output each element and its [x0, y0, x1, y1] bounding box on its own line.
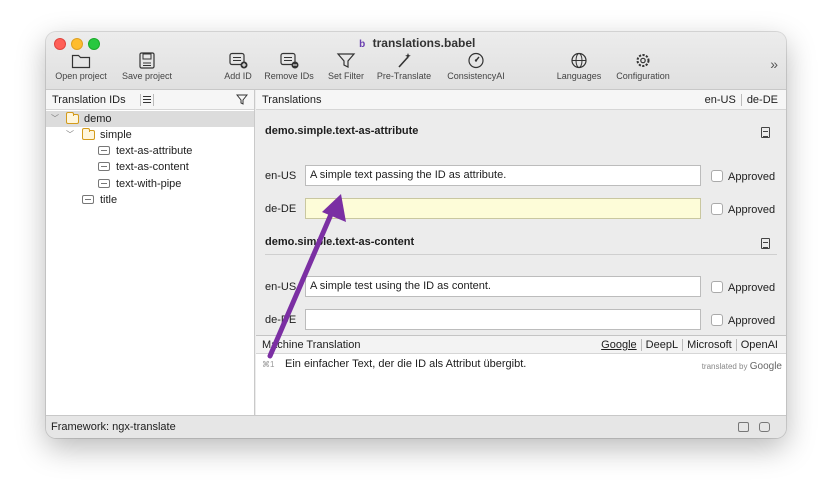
provider-tabs: Google DeepL Microsoft OpenAI: [597, 336, 782, 354]
provider-tab-openai[interactable]: OpenAI: [737, 339, 782, 351]
tree-item-text-with-pipe[interactable]: text-with-pipe: [46, 176, 254, 192]
checkbox-box[interactable]: [711, 281, 723, 293]
babel-file-icon: b: [359, 39, 366, 50]
approved-checkbox[interactable]: Approved: [711, 314, 775, 327]
pre-translate-button[interactable]: Pre-Translate: [373, 52, 435, 88]
title-bar: b translations.babel Open project Save pr…: [46, 32, 786, 90]
language-switcher: en-US de-DE: [701, 90, 782, 110]
approved-checkbox[interactable]: Approved: [711, 281, 775, 294]
approved-checkbox[interactable]: Approved: [711, 203, 775, 216]
entry-id-title: demo.simple.text-as-attribute: [265, 125, 419, 137]
provider-tab-microsoft[interactable]: Microsoft: [683, 339, 736, 351]
machine-translation-header: Machine Translation Google DeepL Microsoft…: [256, 336, 786, 354]
save-icon: [139, 52, 155, 69]
document-icon[interactable]: [761, 127, 770, 138]
add-id-icon: [229, 52, 248, 69]
magic-wand-icon: [398, 53, 411, 68]
folder-icon: [66, 112, 79, 124]
app-window: b translations.babel Open project Save pr…: [46, 32, 786, 438]
translations-header: Translations en-US de-DE: [256, 90, 786, 110]
provider-tab-deepl[interactable]: DeepL: [642, 339, 682, 351]
filter-icon[interactable]: [236, 94, 248, 106]
shortcut-hint: ⌘1: [262, 360, 275, 369]
entry-id-title: demo.simple.text-as-content: [265, 236, 415, 248]
tree-item-text-as-attribute[interactable]: text-as-attribute: [46, 143, 254, 159]
approved-checkbox[interactable]: Approved: [711, 170, 775, 183]
funnel-icon: [336, 53, 356, 68]
language-label: de-DE: [265, 314, 297, 326]
translation-id-icon: [82, 195, 94, 204]
language-de-de[interactable]: de-DE: [743, 94, 782, 106]
remove-ids-button[interactable]: Remove IDs: [260, 52, 318, 88]
language-label: en-US: [265, 170, 297, 182]
language-label: de-DE: [265, 203, 297, 215]
tree-item-simple[interactable]: ﹀ simple: [46, 127, 254, 143]
add-id-button[interactable]: Add ID: [218, 52, 258, 88]
toolbar-overflow-button[interactable]: »: [770, 56, 778, 72]
window-title: b translations.babel: [46, 36, 786, 50]
translation-id-icon: [98, 146, 110, 155]
globe-icon: [571, 52, 587, 69]
translation-id-icon: [98, 162, 110, 171]
save-project-button[interactable]: Save project: [118, 52, 176, 88]
provider-tab-google[interactable]: Google: [597, 339, 640, 351]
translation-field-en-us[interactable]: A simple text passing the ID as attribut…: [305, 165, 701, 186]
folder-icon: [71, 54, 91, 69]
checkbox-box[interactable]: [711, 314, 723, 326]
list-sort-icon[interactable]: [140, 94, 154, 106]
tree-item-demo[interactable]: ﹀ demo: [46, 111, 254, 127]
machine-translation-suggestion[interactable]: ⌘1 Ein einfacher Text, der die ID als At…: [256, 358, 786, 374]
translation-id-icon: [98, 179, 110, 188]
language-en-us[interactable]: en-US: [701, 94, 740, 106]
remove-id-icon: [280, 52, 299, 69]
open-project-button[interactable]: Open project: [52, 52, 110, 88]
translation-field-de-de[interactable]: [305, 309, 701, 330]
translations-pane: Translations en-US de-DE demo.simple.text…: [256, 90, 786, 335]
machine-translation-pane: Machine Translation Google DeepL Microsoft…: [256, 335, 786, 415]
set-filter-button[interactable]: Set Filter: [323, 52, 369, 88]
checkbox-box[interactable]: [711, 203, 723, 215]
tree-item-title[interactable]: title: [46, 192, 254, 208]
entry-divider: [265, 254, 777, 255]
framework-label: Framework: ngx-translate: [51, 421, 176, 433]
google-logo: Google: [749, 361, 782, 372]
gear-icon: [636, 54, 650, 67]
translation-field-en-us[interactable]: A simple test using the ID as content.: [305, 276, 701, 297]
checkbox-box[interactable]: [711, 170, 723, 182]
configuration-button[interactable]: Configuration: [610, 52, 676, 88]
translation-credit: translated by Google: [701, 361, 782, 372]
sidebar-header: Translation IDs: [46, 90, 254, 110]
comment-icon[interactable]: [738, 422, 749, 432]
translation-field-de-de[interactable]: [305, 198, 701, 219]
status-bar: Framework: ngx-translate: [46, 415, 786, 438]
gauge-icon: [468, 52, 484, 69]
suggestion-text: Ein einfacher Text, der die ID als Attri…: [285, 358, 527, 370]
document-icon[interactable]: [761, 238, 770, 249]
star-badge-icon[interactable]: [759, 422, 770, 432]
consistency-ai-button[interactable]: ConsistencyAI: [441, 52, 511, 88]
folder-icon: [82, 128, 95, 140]
languages-button[interactable]: Languages: [552, 52, 606, 88]
sidebar: Translation IDs ﹀ demo ﹀ simple text-as-…: [46, 90, 255, 415]
chevron-down-icon[interactable]: ﹀: [51, 111, 59, 127]
chevron-down-icon[interactable]: ﹀: [66, 127, 74, 143]
tree-item-text-as-content[interactable]: text-as-content: [46, 159, 254, 175]
language-label: en-US: [265, 281, 297, 293]
